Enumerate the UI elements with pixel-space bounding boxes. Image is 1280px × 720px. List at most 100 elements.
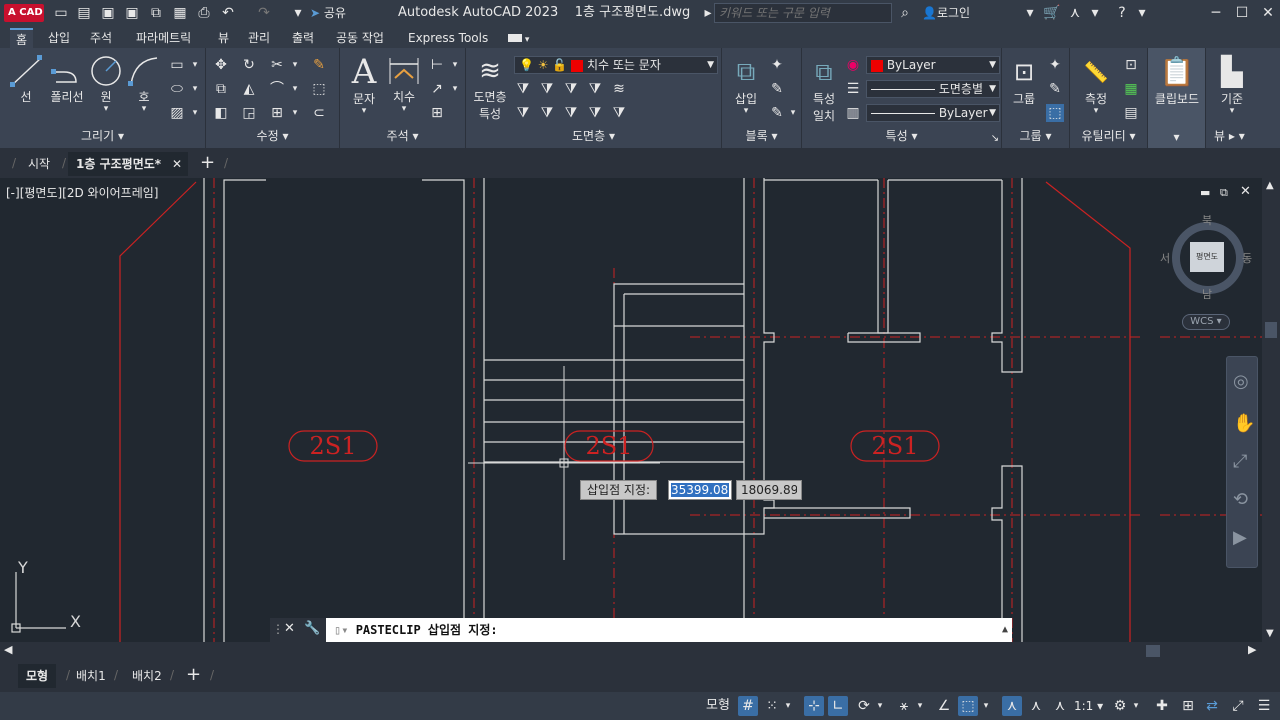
maximize-icon[interactable]: ☐ xyxy=(1234,5,1250,21)
cart-icon[interactable]: 🛒 xyxy=(1043,5,1060,21)
viewcube-face[interactable]: 평면도 xyxy=(1190,242,1224,272)
object-snap-icon[interactable]: ⬚ xyxy=(958,696,978,716)
command-line[interactable]: ▯▾ PASTECLIP 삽입점 지정: ▲ xyxy=(326,618,1012,642)
insert-block-button[interactable]: ⧉ 삽입 ▾ xyxy=(726,54,766,116)
autodesk-app-icon[interactable]: ⋏ xyxy=(1067,5,1083,21)
login-dropdown-icon[interactable]: ▾ xyxy=(1022,5,1038,21)
hatch-dropdown-icon[interactable]: ▾ xyxy=(186,104,204,122)
leader-icon[interactable]: ↗ xyxy=(428,80,446,98)
layer-tool-7-icon[interactable]: ⧩ xyxy=(538,104,556,122)
viewcube[interactable]: 평면도 북 남 서 동 xyxy=(1160,214,1252,301)
layer-tool-10-icon[interactable]: ⧩ xyxy=(610,104,628,122)
viewport-close-icon[interactable]: ✕ xyxy=(1240,184,1251,199)
tab-express-tools[interactable]: Express Tools xyxy=(402,28,494,48)
array-dropdown-icon[interactable]: ▾ xyxy=(286,104,304,122)
lineweight-icon[interactable]: ☰ xyxy=(844,80,862,98)
utilities-panel-title[interactable]: 유틸리티 ▾ xyxy=(1070,127,1147,144)
object-snap-tracking-icon[interactable]: ∠ xyxy=(934,696,954,716)
redo-icon[interactable]: ↷ xyxy=(256,5,272,21)
tab-home[interactable]: 홈 xyxy=(10,28,34,48)
web-save-icon[interactable]: ⧉ xyxy=(148,5,164,21)
quick-properties-icon[interactable]: ⇄ xyxy=(1202,696,1222,716)
linear-dim-dropdown-icon[interactable]: ▾ xyxy=(446,56,464,74)
measure-button[interactable]: 📏 측정 ▾ xyxy=(1074,54,1118,116)
print-icon[interactable]: ⎙ xyxy=(196,5,212,21)
annotation-visibility-icon[interactable]: ⋏ xyxy=(1002,696,1022,716)
undo-icon[interactable]: ↶ xyxy=(220,5,236,21)
group-select-icon[interactable]: ⬚ xyxy=(1046,104,1064,122)
create-block-icon[interactable]: ✦ xyxy=(768,56,786,74)
viewport-minimize-icon[interactable]: ▬ xyxy=(1200,186,1210,199)
viewcube-east[interactable]: 동 xyxy=(1242,250,1252,266)
new-file-icon[interactable]: ▭ xyxy=(53,5,69,21)
zoom-extents-icon[interactable]: ⤢ xyxy=(1233,451,1247,472)
polar-icon[interactable]: ⟳ xyxy=(854,696,874,716)
scroll-right-icon[interactable]: ▶ xyxy=(1248,643,1256,656)
coordinate-y-input[interactable] xyxy=(736,480,802,500)
layer-tool-3-icon[interactable]: ⧩ xyxy=(562,80,580,98)
app-logo[interactable]: A CAD xyxy=(4,4,44,22)
ortho-icon[interactable]: ∟ xyxy=(828,696,848,716)
block-attribute-dropdown-icon[interactable]: ▾ xyxy=(784,104,802,122)
object-snap-dropdown-icon[interactable]: ▾ xyxy=(980,696,992,716)
model-tab[interactable]: 모형 xyxy=(18,664,57,688)
units-icon[interactable]: ⊞ xyxy=(1178,696,1198,716)
layer-tool-6-icon[interactable]: ⧩ xyxy=(514,104,532,122)
auto-scale-icon[interactable]: ⋏ xyxy=(1026,696,1046,716)
ellipse-icon[interactable]: ⬭ xyxy=(168,80,186,98)
document-tab-active[interactable]: 1층 구조평면도* ✕ xyxy=(68,152,188,176)
new-layout-icon[interactable]: + xyxy=(186,664,201,686)
arc-dropdown-icon[interactable]: ▾ xyxy=(126,105,162,114)
polar-dropdown-icon[interactable]: ▾ xyxy=(874,696,886,716)
block-panel-title[interactable]: 블록 ▾ xyxy=(722,127,801,144)
tab-collaborate[interactable]: 공동 작업 xyxy=(330,28,390,48)
groups-panel-title[interactable]: 그룹 ▾ xyxy=(1002,127,1069,144)
save-as-icon[interactable]: ▣ xyxy=(124,5,140,21)
edit-block-icon[interactable]: ✎ xyxy=(768,80,786,98)
customization-menu-icon[interactable]: ☰ xyxy=(1254,696,1274,716)
horizontal-scroll-thumb[interactable] xyxy=(1146,645,1160,657)
offset-icon[interactable]: ⊂ xyxy=(310,104,328,122)
command-expand-icon[interactable]: ▲ xyxy=(1002,618,1008,642)
base-view-button[interactable]: ▙ 기준 ▾ xyxy=(1212,54,1252,116)
array-icon[interactable]: ⊞ xyxy=(268,104,286,122)
copy-icon[interactable]: ⧉ xyxy=(212,80,230,98)
text-button[interactable]: A 문자 ▾ xyxy=(346,54,382,116)
insert-dropdown-icon[interactable]: ▾ xyxy=(726,107,766,116)
stretch-icon[interactable]: ◧ xyxy=(212,104,230,122)
annotation-scale-icon[interactable]: ⋏ xyxy=(1050,696,1070,716)
trim-icon[interactable]: ✂ xyxy=(268,56,286,74)
view-panel-title[interactable]: 뷰 ▸ ▾ xyxy=(1214,127,1280,144)
layer-tool-2-icon[interactable]: ⧩ xyxy=(538,80,556,98)
leader-dropdown-icon[interactable]: ▾ xyxy=(446,80,464,98)
grid-icon[interactable]: # xyxy=(738,696,758,716)
color-wheel-icon[interactable]: ◉ xyxy=(844,56,862,74)
trim-dropdown-icon[interactable]: ▾ xyxy=(286,56,304,74)
match-properties-button[interactable]: ⧉ 특성 일치 xyxy=(806,54,842,124)
table-icon[interactable]: ⊞ xyxy=(428,104,446,122)
clipboard-dropdown-icon[interactable]: ▾ xyxy=(1148,130,1205,144)
viewcube-south[interactable]: 남 xyxy=(1202,286,1212,302)
annotation-panel-title[interactable]: 주석 ▾ xyxy=(340,127,465,144)
showmotion-icon[interactable]: ▶ xyxy=(1233,527,1247,548)
tab-manage[interactable]: 관리 xyxy=(242,28,276,48)
infer-constraints-icon[interactable]: ⊹ xyxy=(804,696,824,716)
annotation-monitor-icon[interactable]: ✚ xyxy=(1152,696,1172,716)
calculator-icon[interactable]: ▤ xyxy=(1122,104,1140,122)
group-edit-icon[interactable]: ✎ xyxy=(1046,80,1064,98)
viewcube-north[interactable]: 북 xyxy=(1202,212,1212,228)
open-folder-icon[interactable]: ▤ xyxy=(76,5,92,21)
workspace-gear-icon[interactable]: ⚙ xyxy=(1110,696,1130,716)
clipboard-button[interactable]: 📋 클립보드 xyxy=(1150,54,1204,107)
start-tab[interactable]: 시작 xyxy=(20,152,58,176)
lineweight-dropdown[interactable]: ByLayer ▼ xyxy=(866,104,1000,122)
group-button[interactable]: ⊡ 그룹 xyxy=(1004,54,1044,107)
select-all-icon[interactable]: ▦ xyxy=(1122,80,1140,98)
quick-select-icon[interactable]: ⊡ xyxy=(1122,56,1140,74)
snap-icon[interactable]: ⁙ xyxy=(762,696,782,716)
share-button[interactable]: ➤ 공유 xyxy=(310,4,346,22)
layer-tool-9-icon[interactable]: ⧩ xyxy=(586,104,604,122)
workspace-dropdown-icon[interactable]: ▾ xyxy=(1130,696,1142,716)
circle-button[interactable]: 원 ▾ xyxy=(88,54,124,114)
layer-tool-5-icon[interactable]: ≋ xyxy=(610,80,628,98)
